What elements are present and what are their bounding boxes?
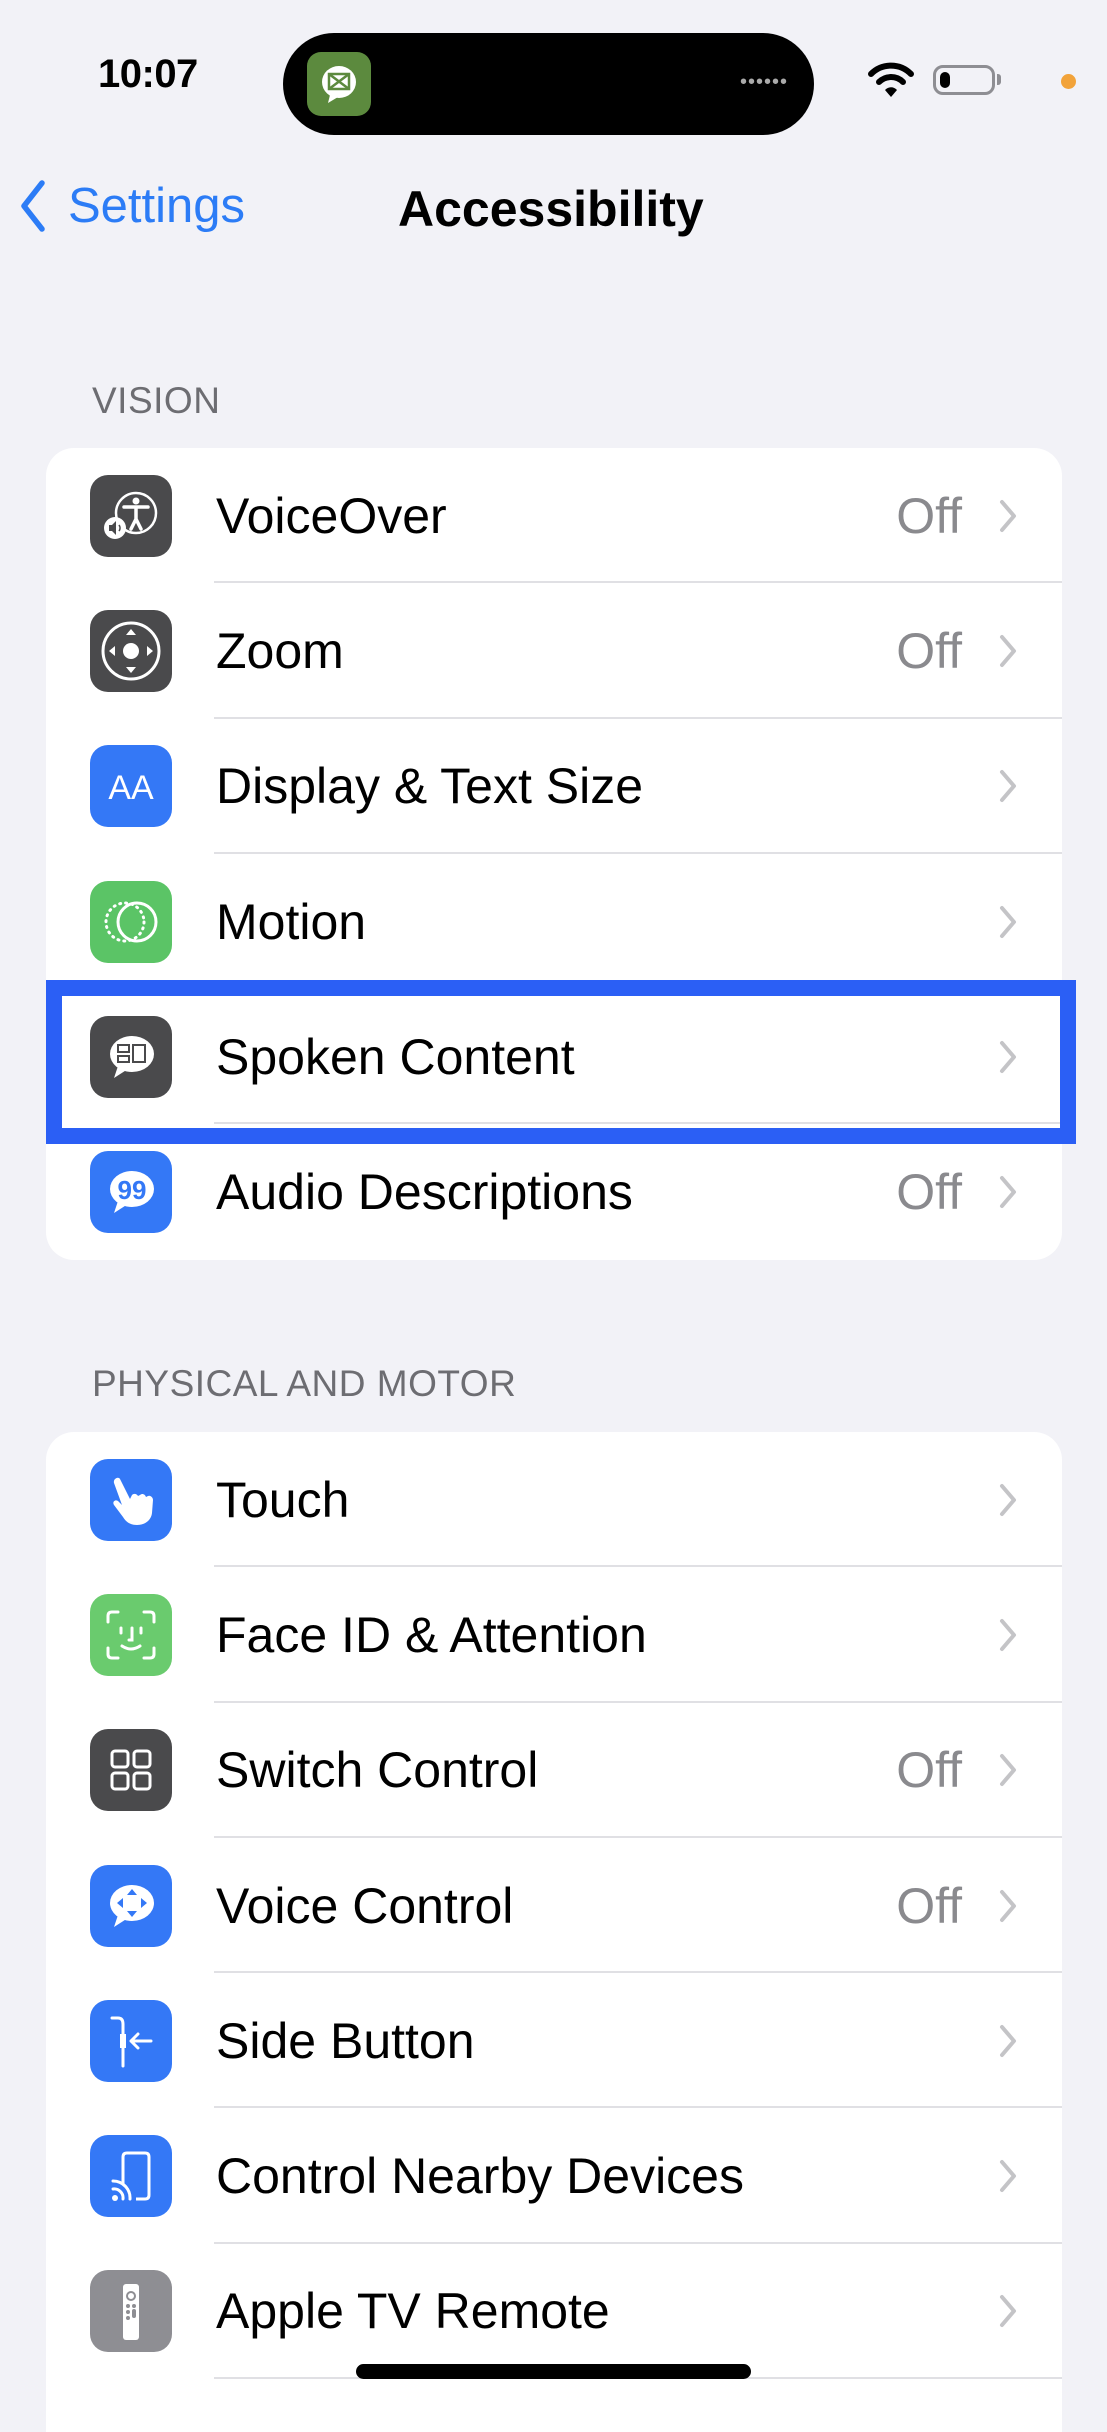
row-value: Off bbox=[896, 1164, 962, 1221]
row-touch[interactable]: Touch bbox=[46, 1432, 1062, 1568]
battery-level bbox=[940, 72, 950, 88]
row-label: Display & Text Size bbox=[216, 758, 644, 815]
row-value: Off bbox=[896, 1877, 962, 1934]
row-switch-control[interactable]: Switch Control Off bbox=[46, 1703, 1062, 1838]
zoom-icon bbox=[90, 609, 172, 692]
touch-hand-icon bbox=[90, 1458, 172, 1541]
chevron-right-icon bbox=[1000, 499, 1016, 532]
chevron-right-icon bbox=[1000, 770, 1016, 803]
side-button-icon bbox=[90, 1999, 172, 2082]
chevron-right-icon bbox=[1000, 1754, 1016, 1787]
row-label: Voice Control bbox=[216, 1877, 514, 1934]
row-label: Motion bbox=[216, 893, 367, 950]
activity-dots-icon: •••••• bbox=[739, 71, 788, 93]
row-face-id-attention[interactable]: Face ID & Attention bbox=[46, 1567, 1062, 1703]
chevron-right-icon bbox=[1000, 905, 1016, 938]
row-label: Touch bbox=[216, 1471, 350, 1528]
chevron-right-icon bbox=[1000, 1176, 1016, 1209]
vision-settings-group: VoiceOver Off Zoom Off AA Display & Text… bbox=[46, 448, 1062, 1260]
row-label: VoiceOver bbox=[216, 487, 447, 544]
spoken-content-icon bbox=[90, 1015, 172, 1098]
wifi-icon bbox=[868, 62, 914, 97]
status-time: 10:07 bbox=[98, 52, 198, 96]
nearby-devices-icon bbox=[90, 2135, 172, 2218]
motion-icon bbox=[90, 880, 172, 963]
page-title: Accessibility bbox=[398, 181, 704, 237]
row-label: Apple TV Remote bbox=[216, 2283, 610, 2340]
chevron-right-icon bbox=[1000, 1618, 1016, 1651]
chevron-right-icon bbox=[1000, 2024, 1016, 2057]
row-voice-control[interactable]: Voice Control Off bbox=[46, 1838, 1062, 1974]
battery-icon bbox=[933, 65, 995, 95]
svg-text:99: 99 bbox=[118, 1175, 147, 1205]
section-header-vision: VISION bbox=[92, 380, 221, 421]
back-button[interactable]: Settings bbox=[20, 178, 245, 234]
voice-control-icon bbox=[90, 1864, 172, 1947]
dynamic-island[interactable]: •••••• bbox=[283, 33, 814, 135]
row-apple-tv-remote[interactable]: Apple TV Remote bbox=[46, 2244, 1062, 2380]
row-label: Control Nearby Devices bbox=[216, 2148, 744, 2205]
tv-remote-icon bbox=[90, 2270, 172, 2353]
face-id-icon bbox=[90, 1593, 172, 1676]
mail-message-icon[interactable] bbox=[307, 52, 371, 116]
chevron-right-icon bbox=[1000, 1889, 1016, 1922]
row-value: Off bbox=[896, 1742, 962, 1799]
row-label: Face ID & Attention bbox=[216, 1606, 647, 1663]
chevron-right-icon bbox=[1000, 1483, 1016, 1516]
row-value: Off bbox=[896, 622, 962, 679]
row-spoken-content[interactable]: Spoken Content bbox=[46, 989, 1062, 1125]
text-size-icon: AA bbox=[90, 745, 172, 828]
privacy-indicator-dot bbox=[1061, 74, 1076, 89]
row-voiceover[interactable]: VoiceOver Off bbox=[46, 448, 1062, 584]
chevron-right-icon bbox=[1000, 2160, 1016, 2193]
chevron-right-icon bbox=[1000, 2295, 1016, 2328]
chevron-right-icon bbox=[1000, 634, 1016, 667]
back-label: Settings bbox=[68, 179, 246, 233]
audio-descriptions-icon: 99 bbox=[90, 1151, 172, 1234]
battery-cap bbox=[997, 74, 1001, 85]
section-header-physical-motor: PHYSICAL AND MOTOR bbox=[92, 1363, 517, 1404]
row-motion[interactable]: Motion bbox=[46, 854, 1062, 990]
row-value: Off bbox=[896, 487, 962, 544]
chevron-left-icon bbox=[21, 180, 45, 232]
row-display-text-size[interactable]: AA Display & Text Size bbox=[46, 719, 1062, 854]
row-side-button[interactable]: Side Button bbox=[46, 1973, 1062, 2109]
row-label: Zoom bbox=[216, 622, 344, 679]
physical-motor-settings-group: Touch Face ID & Attention Switch Control… bbox=[46, 1432, 1062, 2432]
home-indicator[interactable] bbox=[356, 2364, 751, 2379]
row-control-nearby-devices[interactable]: Control Nearby Devices bbox=[46, 2108, 1062, 2244]
row-label: Audio Descriptions bbox=[216, 1164, 633, 1221]
row-audio-descriptions[interactable]: 99 Audio Descriptions Off bbox=[46, 1124, 1062, 1259]
row-label: Spoken Content bbox=[216, 1028, 575, 1085]
chevron-right-icon bbox=[1000, 1040, 1016, 1073]
switch-control-icon bbox=[90, 1729, 172, 1812]
voiceover-icon bbox=[90, 474, 172, 557]
row-label: Side Button bbox=[216, 2012, 475, 2069]
row-label: Switch Control bbox=[216, 1742, 539, 1799]
row-zoom[interactable]: Zoom Off bbox=[46, 583, 1062, 719]
svg-text:AA: AA bbox=[108, 769, 154, 807]
